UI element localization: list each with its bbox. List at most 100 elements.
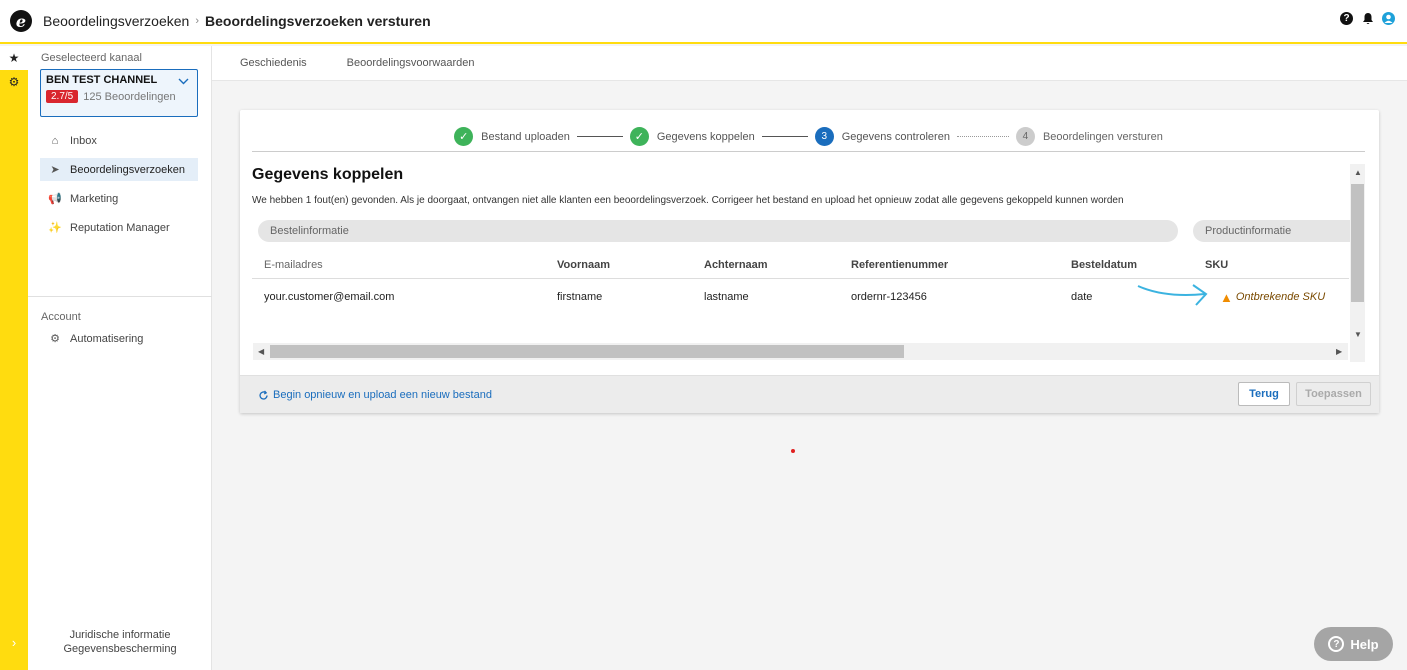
sidebar-item-reputation-manager[interactable]: ✨ Reputation Manager bbox=[40, 216, 198, 239]
sidebar-item-automation[interactable]: ⚙ Automatisering bbox=[40, 327, 198, 350]
mapping-content: Gegevens koppelen We hebben 1 fout(en) g… bbox=[252, 166, 1353, 306]
tab-review-terms[interactable]: Beoordelingsvoorwaarden bbox=[347, 57, 475, 69]
table-cell: lastname bbox=[704, 291, 749, 303]
tab-history[interactable]: Geschiedenis bbox=[240, 57, 307, 69]
help-button[interactable]: ? Help bbox=[1314, 627, 1393, 661]
review-count: 125 Beoordelingen bbox=[83, 90, 176, 103]
sidebar-item-review-requests[interactable]: ➤ Beoordelingsverzoeken bbox=[40, 158, 198, 181]
restart-upload-link[interactable]: Begin opnieuw en upload een nieuw bestan… bbox=[258, 389, 492, 401]
step-connector bbox=[761, 136, 808, 137]
step-upload: ✓ Bestand uploaden bbox=[454, 127, 570, 146]
horizontal-scrollbar[interactable]: ◀ ▶ bbox=[253, 343, 1348, 360]
group-order-info: Bestelinformatie bbox=[258, 220, 1178, 242]
column-header: E-mailadres bbox=[264, 259, 323, 271]
table-cell: firstname bbox=[557, 291, 603, 303]
wizard-card: ✓ Bestand uploaden ✓ Gegevens koppelen 3… bbox=[240, 110, 1379, 413]
rating-badge: 2.7/5 bbox=[46, 90, 79, 103]
column-header: Voornaam bbox=[557, 259, 610, 271]
step-send: 4 Beoordelingen versturen bbox=[1015, 127, 1163, 146]
error-notice: We hebben 1 fout(en) gevonden. Als je do… bbox=[252, 195, 1124, 206]
scroll-left-icon[interactable]: ◀ bbox=[258, 347, 264, 356]
chevron-down-icon bbox=[178, 76, 189, 88]
sidebar-item-inbox[interactable]: ⌂ Inbox bbox=[40, 129, 198, 152]
sidebar: Geselecteerd kanaal BEN TEST CHANNEL 2.7… bbox=[28, 46, 212, 670]
send-icon: ➤ bbox=[50, 164, 60, 176]
column-header: Achternaam bbox=[704, 259, 768, 271]
channel-selector[interactable]: BEN TEST CHANNEL 2.7/5 125 Beoordelingen bbox=[40, 69, 198, 117]
account-nav: ⚙ Automatisering bbox=[40, 327, 198, 356]
legal-links: Juridische informatie Gegevensbeschermin… bbox=[28, 628, 212, 656]
breadcrumb-current: Beoordelingsverzoeken versturen bbox=[205, 13, 431, 29]
breadcrumb-parent[interactable]: Beoordelingsverzoeken bbox=[43, 13, 189, 29]
warning-text: Ontbrekende SKU bbox=[1235, 291, 1326, 303]
refresh-icon bbox=[259, 390, 268, 400]
expand-rail-icon[interactable]: › bbox=[0, 635, 28, 650]
horizontal-scroll-thumb[interactable] bbox=[270, 345, 904, 358]
check-icon: ✓ bbox=[454, 127, 474, 146]
breadcrumb: Beoordelingsverzoeken › Beoordelingsverz… bbox=[43, 13, 431, 29]
page-title: Gegevens koppelen bbox=[252, 166, 404, 183]
table-row: your.customer@email.com firstname lastna… bbox=[252, 279, 1349, 315]
column-groups: Bestelinformatie Productinformatie bbox=[258, 220, 1358, 244]
page-tabs: Geschiedenis Beoordelingsvoorwaarden bbox=[212, 46, 1407, 81]
star-icon[interactable]: ★ bbox=[0, 46, 28, 70]
gears-icon: ⚙ bbox=[50, 333, 60, 345]
main-nav: ⌂ Inbox ➤ Beoordelingsverzoeken 📢 Market… bbox=[40, 129, 198, 245]
vertical-scroll-thumb[interactable] bbox=[1351, 184, 1364, 302]
sparkle-icon: ✨ bbox=[48, 222, 62, 234]
legal-info-link[interactable]: Juridische informatie bbox=[28, 628, 212, 642]
step-number: 3 bbox=[814, 127, 834, 146]
sidebar-item-label: Beoordelingsverzoeken bbox=[70, 163, 185, 176]
help-label: Help bbox=[1350, 636, 1379, 652]
inbox-icon: ⌂ bbox=[51, 134, 59, 147]
step-label: Beoordelingen versturen bbox=[1042, 130, 1163, 143]
bell-icon[interactable] bbox=[1361, 12, 1374, 25]
megaphone-icon: 📢 bbox=[48, 193, 62, 205]
scroll-down-icon[interactable]: ▼ bbox=[1354, 330, 1362, 339]
sku-warning: ▲ Ontbrekende SKU bbox=[1220, 279, 1325, 315]
sidebar-divider bbox=[28, 296, 212, 297]
sidebar-item-label: Automatisering bbox=[70, 332, 144, 345]
back-button[interactable]: Terug bbox=[1238, 382, 1290, 406]
step-label: Bestand uploaden bbox=[481, 130, 570, 143]
step-check: 3 Gegevens controleren bbox=[814, 127, 950, 146]
step-connector bbox=[576, 136, 623, 137]
question-icon: ? bbox=[1328, 636, 1345, 652]
sidebar-item-marketing[interactable]: 📢 Marketing bbox=[40, 187, 198, 210]
scroll-right-icon[interactable]: ▶ bbox=[1336, 347, 1342, 356]
column-header: Besteldatum bbox=[1071, 259, 1138, 271]
step-number: 4 bbox=[1015, 127, 1035, 146]
user-avatar-icon[interactable] bbox=[1382, 12, 1395, 25]
arrow-annotation bbox=[1135, 279, 1215, 315]
step-label: Gegevens koppelen bbox=[656, 130, 755, 143]
breadcrumb-separator: › bbox=[195, 15, 199, 27]
cursor-dot bbox=[791, 449, 795, 453]
scroll-up-icon[interactable]: ▲ bbox=[1354, 168, 1362, 177]
check-icon: ✓ bbox=[629, 127, 649, 146]
step-label: Gegevens controleren bbox=[841, 130, 950, 143]
trusted-shops-logo[interactable]: e bbox=[10, 10, 32, 32]
step-map: ✓ Gegevens koppelen bbox=[629, 127, 755, 146]
sidebar-item-label: Reputation Manager bbox=[70, 221, 170, 234]
wizard-footer: Begin opnieuw en upload een nieuw bestan… bbox=[240, 375, 1379, 413]
help-icon[interactable]: ? bbox=[1340, 12, 1353, 25]
table-cell: your.customer@email.com bbox=[264, 291, 395, 303]
table-cell: ordernr-123456 bbox=[851, 291, 927, 303]
warning-icon: ▲ bbox=[1220, 289, 1233, 305]
restart-label: Begin opnieuw en upload een nieuw bestan… bbox=[273, 389, 492, 401]
table-header: E-mailadres Voornaam Achternaam Referent… bbox=[252, 252, 1349, 279]
app-rail: ★ ⚙ › bbox=[0, 46, 28, 670]
channel-name: BEN TEST CHANNEL bbox=[46, 74, 158, 86]
vertical-scrollbar[interactable]: ▲ ▼ bbox=[1350, 164, 1365, 362]
wizard-stepper: ✓ Bestand uploaden ✓ Gegevens koppelen 3… bbox=[252, 122, 1365, 152]
table-cell: date bbox=[1071, 291, 1093, 303]
step-connector bbox=[956, 136, 1009, 137]
channel-label: Geselecteerd kanaal bbox=[41, 52, 142, 64]
column-header: SKU bbox=[1205, 259, 1229, 271]
account-section-label: Account bbox=[41, 311, 81, 323]
apply-button[interactable]: Toepassen bbox=[1296, 382, 1371, 406]
privacy-link[interactable]: Gegevensbescherming bbox=[28, 642, 212, 656]
sidebar-item-label: Inbox bbox=[70, 134, 97, 147]
top-bar: e Beoordelingsverzoeken › Beoordelingsve… bbox=[0, 0, 1407, 44]
gear-icon[interactable]: ⚙ bbox=[0, 70, 28, 94]
